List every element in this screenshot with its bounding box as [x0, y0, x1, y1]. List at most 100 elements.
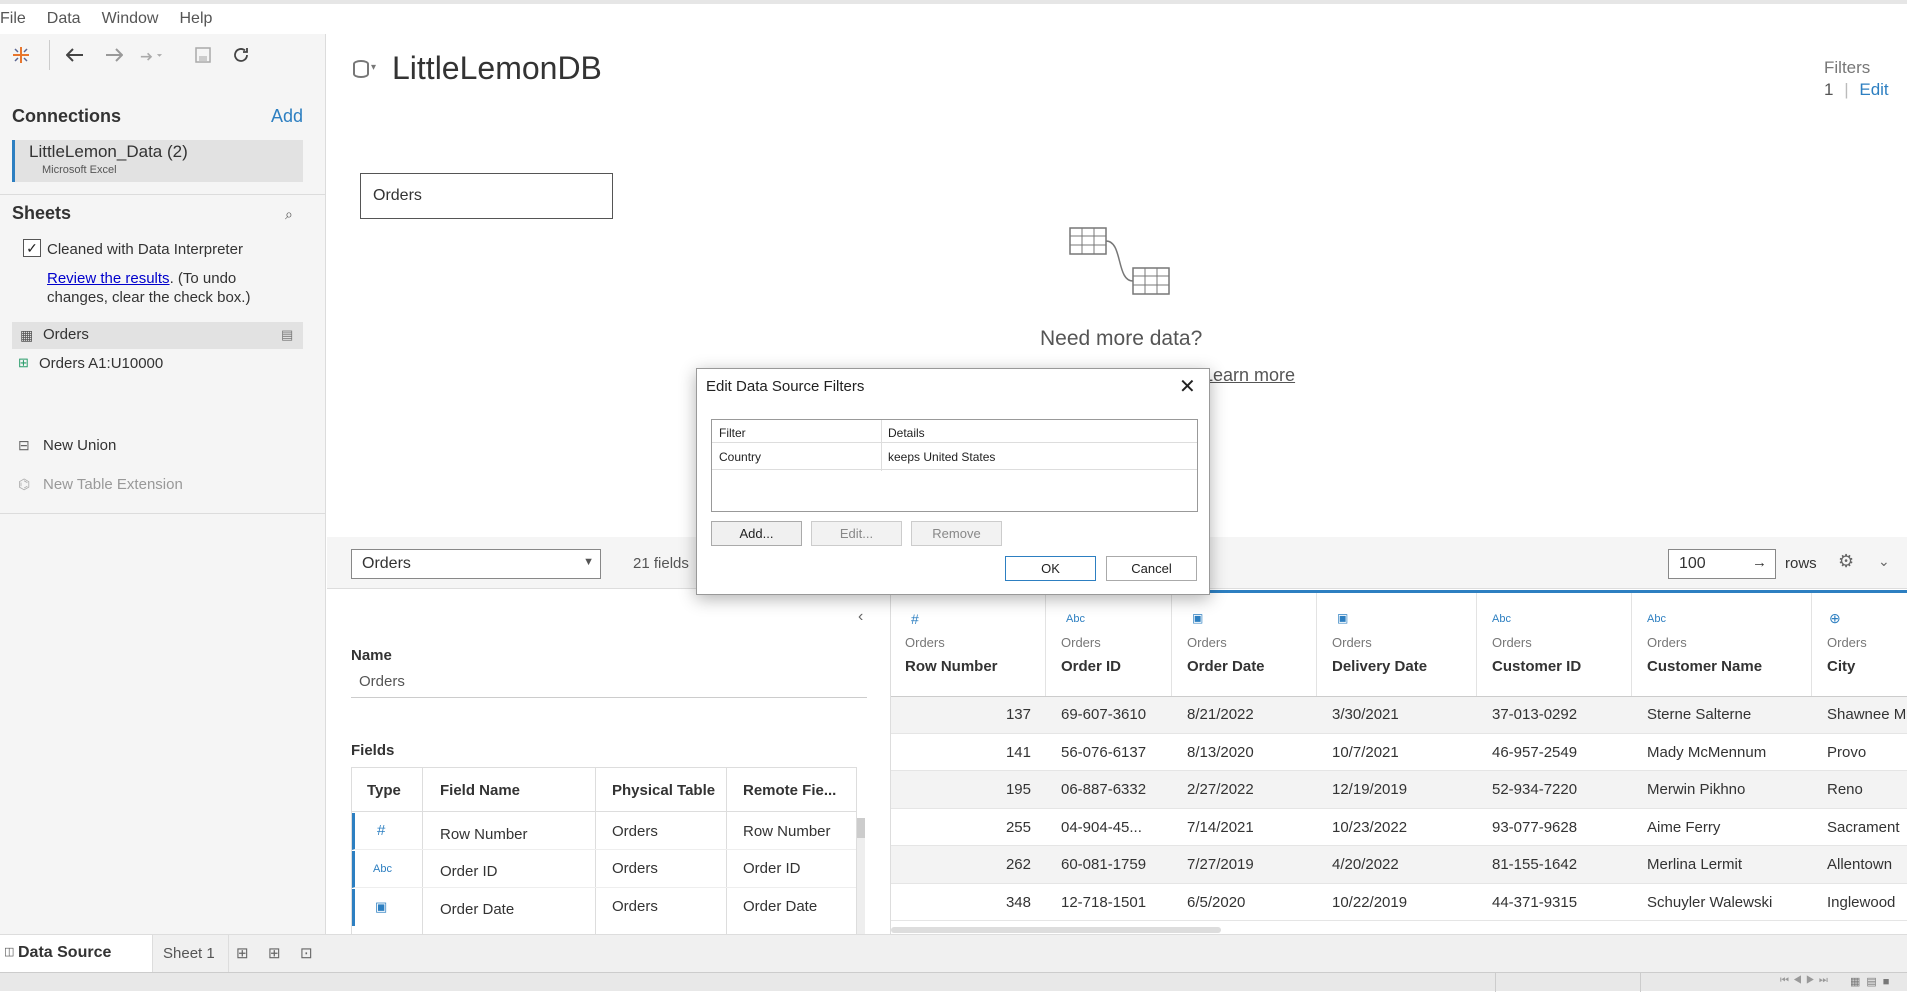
- chevron-down-icon[interactable]: ⌄: [1878, 553, 1890, 570]
- pagination-icons[interactable]: ⏮◀▶⏭: [1780, 975, 1832, 986]
- string-type-icon: Abc: [373, 863, 392, 875]
- new-union-link[interactable]: New Union: [43, 437, 116, 454]
- review-results-link[interactable]: Review the results: [47, 270, 170, 287]
- add-connection-link[interactable]: Add: [271, 106, 303, 127]
- redo-icon[interactable]: [103, 44, 125, 66]
- undo-icon[interactable]: [64, 44, 86, 66]
- connection-item[interactable]: LittleLemon_Data (2) Microsoft Excel: [12, 140, 303, 182]
- save-icon[interactable]: [192, 44, 214, 66]
- details-column-header: Details: [888, 426, 925, 440]
- canvas-table-orders[interactable]: Orders: [360, 173, 613, 219]
- filters-label: Filters: [1824, 58, 1871, 77]
- fields-table: Type Field Name Physical Table Remote Fi…: [351, 767, 857, 935]
- table-select[interactable]: Orders ▼: [351, 549, 601, 579]
- forward-icon[interactable]: [140, 44, 162, 66]
- learn-more-link[interactable]: Learn more: [1203, 365, 1295, 386]
- table-row[interactable]: 255 04-904-45... 7/14/2021 10/23/2022 93…: [891, 809, 1907, 846]
- string-type-icon: Abc: [1066, 613, 1085, 625]
- close-icon[interactable]: ✕: [1179, 374, 1196, 399]
- menu-help[interactable]: Help: [179, 10, 212, 28]
- refresh-icon[interactable]: [230, 44, 252, 66]
- table-row[interactable]: 195 06-887-6332 2/27/2022 12/19/2019 52-…: [891, 771, 1907, 809]
- grid-column-header[interactable]: Abc Orders Customer Name: [1632, 593, 1812, 696]
- name-label: Name: [351, 647, 392, 664]
- filters-edit-link[interactable]: Edit: [1859, 80, 1888, 99]
- dialog-title: Edit Data Source Filters: [706, 378, 865, 395]
- grid-column-header[interactable]: ▣ Orders Delivery Date: [1317, 593, 1477, 696]
- grid-column-header[interactable]: Abc Orders Order ID: [1046, 593, 1172, 696]
- tableau-logo-icon[interactable]: [10, 44, 32, 66]
- table-extension-icon: ⌬: [18, 476, 31, 492]
- table-row[interactable]: 137 69-607-3610 8/21/2022 3/30/2021 37-0…: [891, 697, 1907, 734]
- table-row[interactable]: 141 56-076-6137 8/13/2020 10/7/2021 46-9…: [891, 734, 1907, 771]
- table-row[interactable]: Abc Order ID Orders Order ID: [352, 851, 856, 888]
- dropdown-arrow-icon: ▼: [583, 556, 594, 568]
- collapse-icon[interactable]: ‹: [858, 608, 863, 626]
- filter-row[interactable]: Country keeps United States: [712, 443, 1197, 470]
- sheet-item-orders[interactable]: ▦ Orders ▤: [12, 322, 303, 349]
- tab-sheet-1[interactable]: Sheet 1: [153, 935, 229, 972]
- view-mode-icons[interactable]: ▦▤■: [1850, 975, 1895, 988]
- name-input[interactable]: Orders: [351, 668, 867, 698]
- toolbar-divider: [49, 40, 50, 70]
- table-row[interactable]: ▣ Order Date Orders Order Date: [352, 889, 856, 926]
- grid-column-header[interactable]: ▣ Orders Order Date: [1172, 593, 1317, 696]
- grid-column-header[interactable]: ⊕ Orders City: [1812, 593, 1907, 696]
- rows-input[interactable]: 100 →: [1668, 549, 1776, 579]
- view-data-icon[interactable]: ▤: [281, 327, 293, 343]
- cancel-button[interactable]: Cancel: [1106, 556, 1197, 581]
- bottom-tab-bar: ◫ Data Source Sheet 1 ⊞ ⊞ ⊡: [0, 934, 1907, 972]
- number-type-icon: #: [377, 822, 386, 839]
- divider: [0, 513, 326, 514]
- scrollbar[interactable]: [857, 818, 865, 934]
- fields-label: Fields: [351, 742, 395, 759]
- data-grid: # Orders Row Number Abc Orders Order ID …: [891, 590, 1907, 934]
- table-row[interactable]: # Row Number Orders Row Number: [352, 813, 856, 850]
- divider: [0, 194, 326, 195]
- edit-filter-button[interactable]: Edit...: [811, 521, 902, 546]
- new-dashboard-icon[interactable]: ⊞: [268, 944, 281, 962]
- grid-column-header[interactable]: # Orders Row Number: [891, 593, 1046, 696]
- new-worksheet-icon[interactable]: ⊞: [236, 944, 249, 962]
- database-icon: ◫: [4, 946, 15, 958]
- sheet-item-label: Orders A1:U10000: [39, 355, 164, 372]
- new-union-icon: ⊟: [18, 437, 30, 453]
- column-header[interactable]: Field Name: [440, 782, 520, 799]
- database-icon[interactable]: [353, 60, 369, 78]
- remove-filter-button[interactable]: Remove: [911, 521, 1002, 546]
- fields-table-header: Type Field Name Physical Table Remote Fi…: [352, 768, 856, 812]
- filters-area: Filters 1 | Edit: [1824, 58, 1889, 100]
- menu-bar: File Data Window Help: [0, 0, 1907, 34]
- grid-column-header[interactable]: Abc Orders Customer ID: [1477, 593, 1632, 696]
- sheet-item-orders-range[interactable]: ⊞ Orders A1:U10000: [12, 355, 303, 377]
- table-row[interactable]: 262 60-081-1759 7/27/2019 4/20/2022 81-1…: [891, 846, 1907, 884]
- string-type-icon: Abc: [1647, 613, 1666, 625]
- interpreter-checkbox[interactable]: ✓: [23, 239, 41, 257]
- filters-list: Filter Details Country keeps United Stat…: [711, 419, 1198, 512]
- add-filter-button[interactable]: Add...: [711, 521, 802, 546]
- edit-filters-dialog: Edit Data Source Filters ✕ Filter Detail…: [696, 368, 1210, 595]
- column-header[interactable]: Remote Fie...: [743, 782, 836, 799]
- tab-data-source[interactable]: ◫ Data Source: [0, 935, 153, 972]
- arrow-right-icon[interactable]: →: [1752, 554, 1767, 571]
- horizontal-scrollbar[interactable]: [891, 927, 1221, 933]
- ok-button[interactable]: OK: [1005, 556, 1096, 581]
- menu-data[interactable]: Data: [47, 10, 81, 28]
- new-table-extension-link[interactable]: New Table Extension: [43, 476, 183, 493]
- column-header[interactable]: Type: [367, 782, 401, 799]
- column-header[interactable]: Physical Table: [612, 782, 715, 799]
- filters-count: 1: [1824, 80, 1834, 99]
- new-story-icon[interactable]: ⊡: [300, 944, 313, 962]
- string-type-icon: Abc: [1492, 613, 1511, 625]
- gear-icon[interactable]: ⚙: [1838, 551, 1854, 572]
- calendar-icon: ▣: [1192, 611, 1204, 625]
- search-sheets-icon[interactable]: ⌕: [285, 206, 293, 223]
- join-tables-icon: [1068, 226, 1173, 303]
- chevron-down-icon[interactable]: ▾: [371, 62, 376, 73]
- calendar-icon: ▣: [1337, 611, 1349, 625]
- menu-file[interactable]: File: [0, 10, 26, 28]
- globe-icon: ⊕: [1829, 610, 1841, 626]
- menu-window[interactable]: Window: [102, 10, 159, 28]
- table-row[interactable]: 348 12-718-1501 6/5/2020 10/22/2019 44-3…: [891, 884, 1907, 921]
- data-source-title[interactable]: LittleLemonDB: [392, 50, 602, 87]
